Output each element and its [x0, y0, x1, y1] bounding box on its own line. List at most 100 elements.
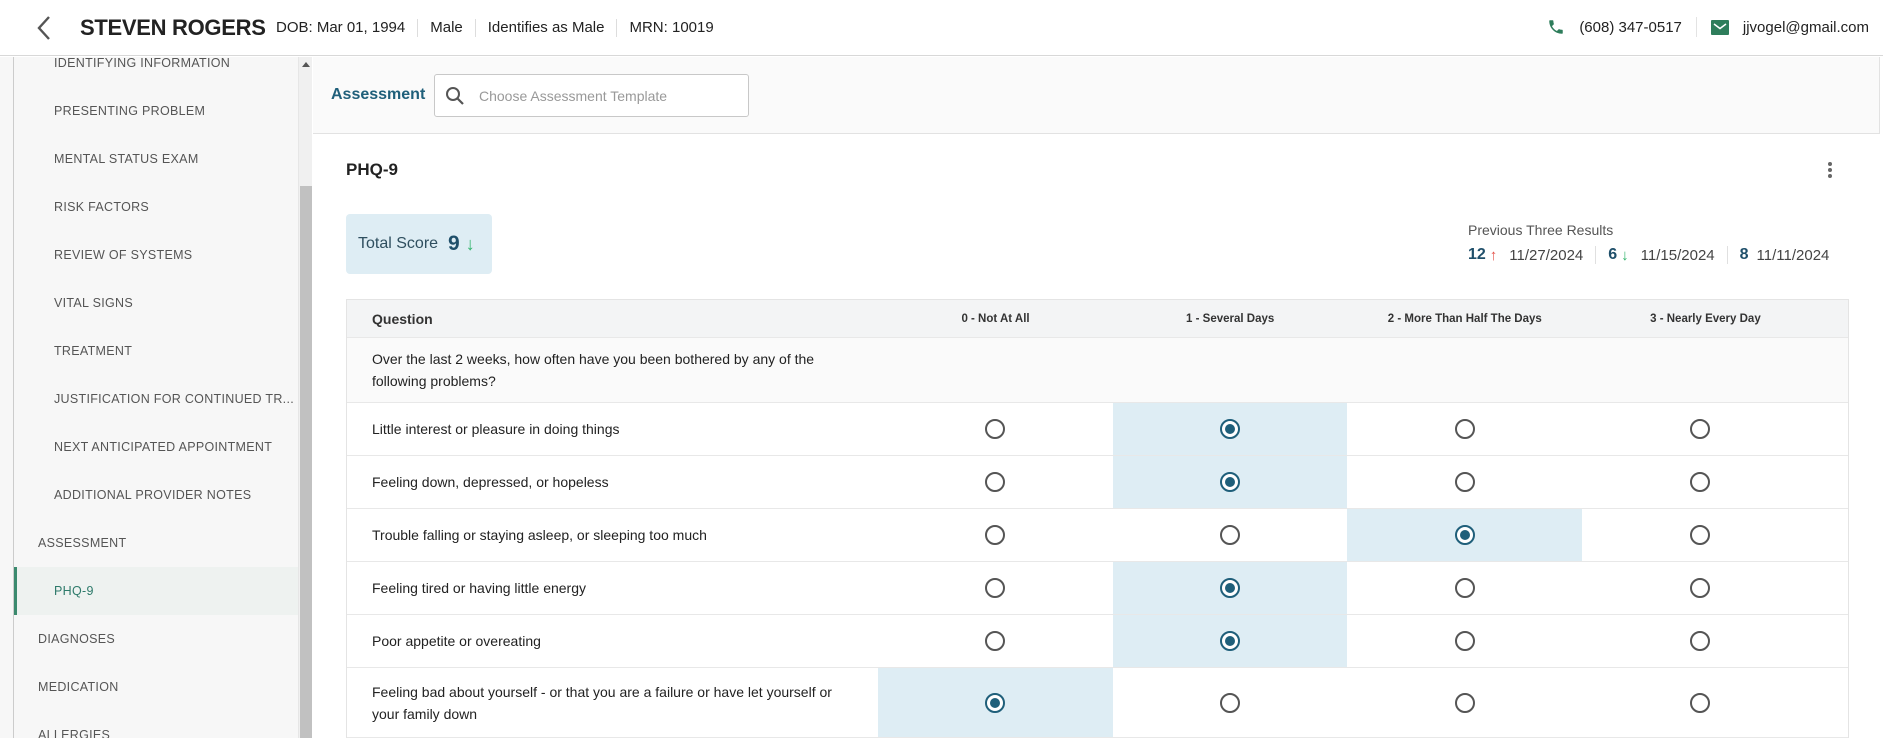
answer-cell[interactable]: [1112, 562, 1348, 614]
sidebar-item[interactable]: NEXT ANTICIPATED APPOINTMENT: [14, 423, 298, 471]
question-text: Trouble falling or staying asleep, or sl…: [372, 527, 707, 543]
previous-date: 11/27/2024: [1509, 246, 1584, 264]
answer-radio-3[interactable]: [1689, 578, 1710, 598]
patient-sex: Male: [418, 19, 476, 37]
answer-radio-3[interactable]: [1689, 525, 1710, 545]
answer-radio-2[interactable]: [1454, 631, 1475, 651]
assessment-template-search[interactable]: [434, 74, 749, 117]
sidebar-item[interactable]: TREATMENT: [14, 327, 298, 375]
answer-radio-1[interactable]: [1220, 472, 1241, 492]
total-score-badge: Total Score 9 ↓: [346, 214, 492, 274]
answer-cell[interactable]: [1347, 562, 1582, 614]
answer-cell[interactable]: [878, 562, 1113, 614]
answer-cell[interactable]: [878, 668, 1113, 737]
answer-cell[interactable]: [878, 456, 1113, 508]
answer-cell[interactable]: [1582, 562, 1848, 614]
sidebar-item[interactable]: REVIEW OF SYSTEMS: [14, 231, 298, 279]
scrollbar-thumb[interactable]: [300, 186, 312, 738]
answer-radio-3[interactable]: [1689, 472, 1710, 492]
email-icon: [1710, 19, 1729, 35]
assessment-template-input[interactable]: [479, 87, 719, 104]
assessment-bar: Assessment: [313, 57, 1880, 134]
answer-cell[interactable]: [878, 403, 1113, 455]
patient-email[interactable]: jjvogel@gmail.com: [1743, 19, 1869, 36]
patient-phone[interactable]: (608) 347-0517: [1579, 19, 1682, 36]
answer-cell[interactable]: [878, 615, 1113, 667]
answer-cell[interactable]: [1112, 615, 1348, 667]
table-row: Feeling tired or having little energy: [347, 562, 1848, 615]
sidebar-item[interactable]: DIAGNOSES: [14, 615, 298, 663]
more-options-icon[interactable]: [1822, 160, 1838, 182]
sidebar-item[interactable]: ADDITIONAL PROVIDER NOTES: [14, 471, 298, 519]
search-icon: [446, 86, 464, 105]
answer-radio-0[interactable]: [985, 631, 1006, 651]
sidebar-scrollbar[interactable]: [298, 57, 312, 738]
answer-cell[interactable]: [1347, 509, 1582, 561]
sidebar-nav: IDENTIFYING INFORMATION PRESENTING PROBLE…: [0, 57, 312, 738]
answer-radio-0[interactable]: [985, 692, 1006, 713]
answer-radio-0[interactable]: [985, 472, 1006, 492]
answer-radio-2[interactable]: [1454, 419, 1475, 439]
answer-cell[interactable]: [878, 509, 1113, 561]
answer-cell[interactable]: [1112, 456, 1348, 508]
sidebar-item[interactable]: PHQ-9: [14, 567, 298, 615]
answer-cell[interactable]: [1582, 456, 1848, 508]
answer-cell[interactable]: [1113, 668, 1348, 737]
answer-radio-2[interactable]: [1454, 692, 1475, 713]
sidebar-item[interactable]: PRESENTING PROBLEM: [14, 87, 298, 135]
answer-radio-3[interactable]: [1689, 692, 1710, 713]
question-text: Feeling down, depressed, or hopeless: [372, 474, 609, 490]
header-option-2: 2 - More Than Half The Days: [1387, 312, 1542, 325]
table-row: Poor appetite or overeating: [347, 615, 1848, 668]
table-row: Feeling down, depressed, or hopeless: [347, 456, 1848, 509]
header-option-1: 1 - Several Days: [1186, 312, 1275, 325]
answer-radio-1[interactable]: [1220, 525, 1241, 545]
answer-radio-0[interactable]: [985, 578, 1006, 598]
back-chevron-icon[interactable]: [32, 14, 56, 42]
previous-score: 8: [1739, 246, 1749, 263]
previous-date: 11/11/2024: [1756, 246, 1830, 264]
patient-gender: Identifies as Male: [476, 19, 618, 37]
answer-radio-1[interactable]: [1220, 419, 1241, 439]
sidebar-item[interactable]: MEDICATION: [14, 663, 298, 711]
answer-cell[interactable]: [1113, 509, 1348, 561]
answer-radio-3[interactable]: [1689, 631, 1710, 651]
assessment-label: Assessment: [331, 86, 426, 103]
answer-cell[interactable]: [1347, 668, 1582, 737]
answer-radio-2[interactable]: [1454, 472, 1475, 492]
table-row: Feeling bad about yourself - or that you…: [347, 668, 1848, 738]
answer-radio-1[interactable]: [1220, 578, 1241, 598]
answer-radio-1[interactable]: [1220, 631, 1241, 651]
answer-cell[interactable]: [1582, 403, 1848, 455]
total-score-label: Total Score: [358, 235, 439, 252]
answer-cell[interactable]: [1112, 403, 1348, 455]
answer-cell[interactable]: [1347, 456, 1582, 508]
scroll-up-arrow-icon[interactable]: [302, 62, 310, 67]
sidebar-item[interactable]: RISK FACTORS: [14, 183, 298, 231]
sidebar-item[interactable]: ASSESSMENT: [14, 519, 298, 567]
question-text: Little interest or pleasure in doing thi…: [372, 421, 620, 437]
answer-cell[interactable]: [1582, 668, 1848, 737]
answer-cell[interactable]: [1347, 615, 1582, 667]
answer-radio-0[interactable]: [985, 525, 1006, 545]
previous-score: 12: [1468, 246, 1486, 263]
answer-radio-2[interactable]: [1454, 525, 1475, 545]
intro-text: Over the last 2 weeks, how often have yo…: [372, 351, 815, 389]
table-row: Trouble falling or staying asleep, or sl…: [347, 509, 1848, 562]
sidebar-item[interactable]: JUSTIFICATION FOR CONTINUED TR...: [14, 375, 298, 423]
answer-radio-0[interactable]: [985, 419, 1006, 439]
answer-radio-1[interactable]: [1220, 692, 1241, 713]
answer-cell[interactable]: [1582, 615, 1848, 667]
question-text: Feeling tired or having little energy: [372, 580, 587, 596]
sidebar-item[interactable]: ALLERGIES: [14, 711, 298, 738]
answer-cell[interactable]: [1347, 403, 1582, 455]
sidebar-item[interactable]: MENTAL STATUS EXAM: [14, 135, 298, 183]
sidebar-item[interactable]: VITAL SIGNS: [14, 279, 298, 327]
previous-score: 6: [1608, 246, 1618, 263]
answer-radio-2[interactable]: [1454, 578, 1475, 598]
answer-cell[interactable]: [1582, 509, 1848, 561]
sidebar-item[interactable]: IDENTIFYING INFORMATION: [14, 57, 298, 87]
answer-radio-3[interactable]: [1689, 419, 1710, 439]
patient-header: STEVEN ROGERS DOB: Mar 01, 1994 Male Ide…: [0, 0, 1883, 56]
arrow-down-icon: ↓: [465, 233, 475, 254]
